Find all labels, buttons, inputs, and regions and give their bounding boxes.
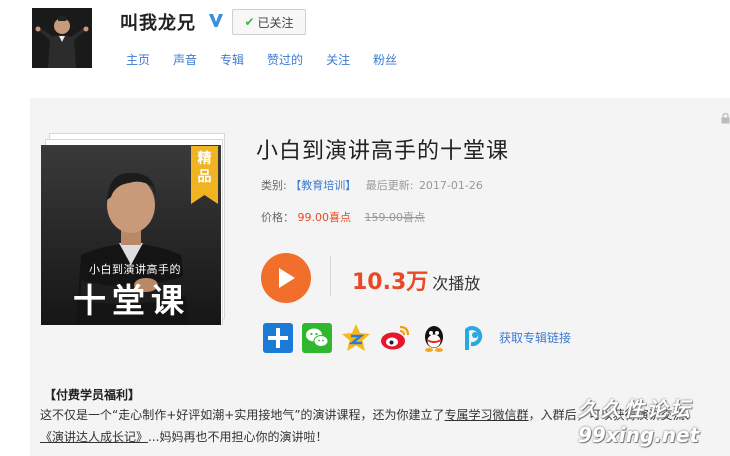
nav-home[interactable]: 主页 [126,51,150,68]
updated-date: 2017-01-26 [418,179,483,192]
play-count-number: 10.3万 [352,270,429,295]
nav-fans[interactable]: 粉丝 [373,51,397,68]
price-current: 99.00喜点 [297,211,352,224]
cover-title: 十堂课 [73,281,190,320]
watermark-cn: 久久性论坛 [578,397,693,421]
follow-button[interactable]: ✔ 已关注 [232,9,306,35]
get-album-link[interactable]: 获取专辑链接 [499,329,571,346]
verified-v-icon [209,14,223,27]
follow-button-label: 已关注 [257,15,294,30]
play-icon [279,268,295,288]
nav-liked[interactable]: 赞过的 [267,51,303,68]
price-original: 159.00喜点 [364,211,426,224]
description-text: 这不仅是一个“走心制作+好评如潮+实用接地气”的演讲课程，还为你建立了 [40,408,445,422]
pengyou-icon[interactable] [457,322,489,354]
growth-book-link[interactable]: 《演讲达人成长记》 [40,430,148,444]
username: 叫我龙兄 [120,13,196,34]
share-bar [262,322,489,354]
qzone-icon[interactable] [340,322,372,354]
weibo-icon[interactable] [379,322,411,354]
wechat-group-link[interactable]: 专属学习微信群 [445,408,529,422]
category-link[interactable]: 【教育培训】 [290,179,356,192]
nav-following[interactable]: 关注 [326,51,350,68]
category-label: 类别: [261,179,287,192]
profile-nav: 主页 声音 专辑 赞过的 关注 粉丝 [126,51,420,68]
premium-badge-label: 精品 [197,151,212,185]
album-price: 价格： 99.00喜点 159.00喜点 [261,209,425,225]
nav-sounds[interactable]: 声音 [173,51,197,68]
watermark-en: 99xing.net [578,423,700,447]
qq-icon[interactable] [418,322,450,354]
play-button[interactable] [261,253,311,303]
price-label: 价格： [261,211,294,224]
updated-label: 最后更新: [365,179,414,192]
wechat-icon[interactable] [301,322,333,354]
plus-share-icon[interactable] [262,322,294,354]
avatar[interactable] [32,8,92,68]
divider [330,256,331,296]
benefit-title: 【付费学员福利】 [44,388,141,402]
album-meta: 类别: 【教育培训】 最后更新: 2017-01-26 [261,177,483,193]
play-count-unit: 次播放 [432,274,481,293]
nav-albums[interactable]: 专辑 [220,51,244,68]
check-icon: ✔ [244,15,255,29]
play-count: 10.3万 次播放 [352,264,480,296]
album-title: 小白到演讲高手的十堂课 [256,139,510,164]
description-text: ，入群后 [528,408,577,422]
lock-icon [721,113,730,124]
description-text: ...妈妈再也不用担心你的演讲啦！ [148,430,328,444]
